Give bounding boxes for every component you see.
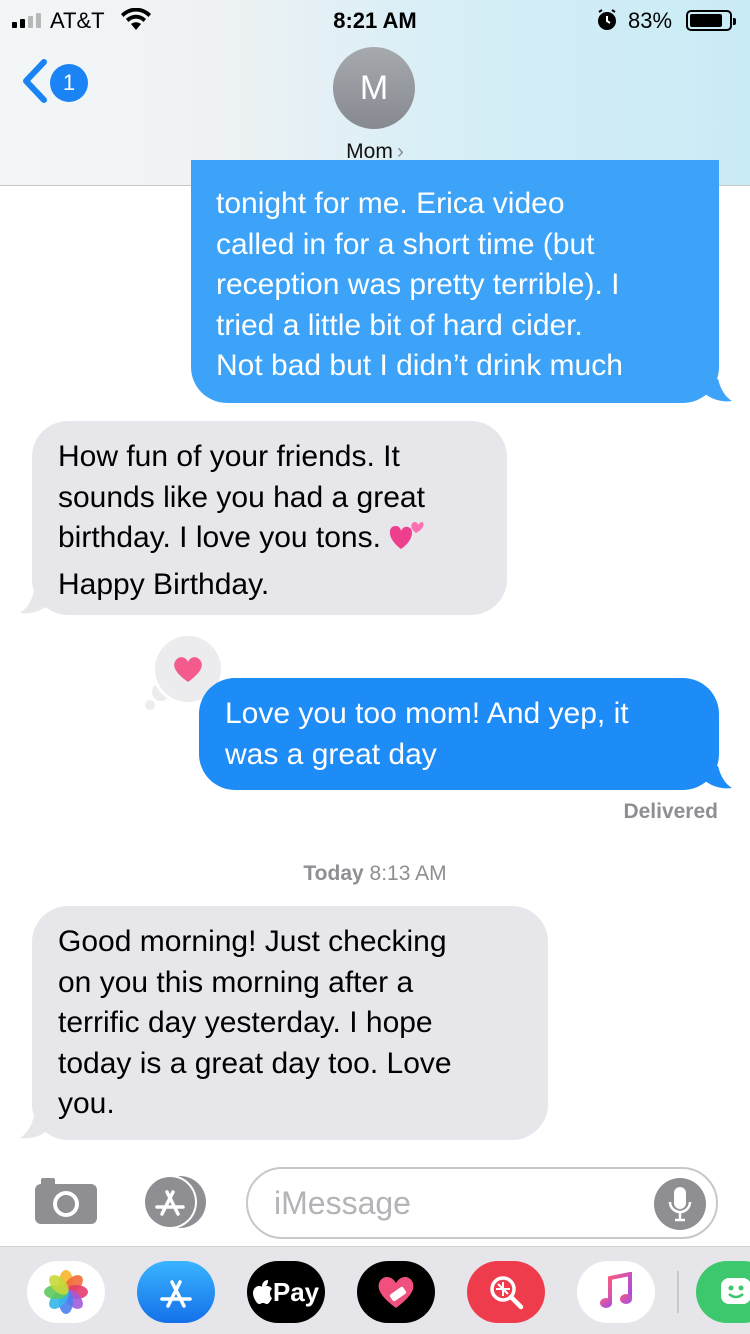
message-line: was a great day	[225, 737, 437, 771]
unread-badge[interactable]: 1	[50, 64, 88, 102]
message-line: How fun of your friends. It	[58, 440, 400, 473]
two-hearts-emoji	[387, 519, 425, 565]
battery-fill	[690, 14, 722, 27]
timestamp-day: Today	[303, 862, 364, 885]
apple-pay-label: Pay	[272, 1276, 320, 1307]
avatar[interactable]: M	[333, 47, 415, 129]
message-bubble-incoming[interactable]: Good morning! Just checking on you this …	[32, 906, 548, 1140]
chevron-left-icon	[23, 59, 47, 103]
message-line: on you this morning after a	[58, 965, 414, 999]
message-line: Not bad but I didn’t drink much	[216, 349, 623, 382]
bubble-tail	[20, 591, 48, 614]
heart-app-icon[interactable]	[357, 1261, 435, 1323]
message-line: Good morning! Just checking	[58, 925, 447, 958]
camera-icon	[35, 1178, 97, 1224]
camera-button[interactable]	[33, 1176, 99, 1226]
tapback-dot	[145, 700, 155, 710]
message-input[interactable]: iMessage	[246, 1167, 718, 1239]
photos-app-icon[interactable]	[27, 1261, 105, 1323]
timestamp-time: 8:13 AM	[363, 862, 447, 885]
message-line: you.	[58, 1087, 115, 1120]
bitmoji-icon[interactable]	[696, 1261, 750, 1323]
heart-icon	[174, 657, 202, 682]
microphone-icon	[668, 1187, 692, 1222]
apple-logo-icon	[252, 1280, 272, 1304]
message-line: called in for a short time (but	[216, 227, 595, 261]
timestamp: Today 8:13 AM	[0, 862, 750, 886]
message-line: Happy Birthday.	[58, 567, 270, 601]
bubble-tail	[20, 1116, 48, 1139]
message-text: birthday. I love you tons.	[58, 521, 381, 554]
app-store-icon	[143, 1175, 206, 1229]
microphone-button[interactable]	[654, 1178, 706, 1230]
message-line: reception was pretty terrible). I	[216, 268, 620, 301]
message-bubble-incoming[interactable]: How fun of your friends. It sounds like …	[32, 421, 507, 615]
delivery-status: Delivered	[623, 800, 718, 823]
message-bubble-outgoing[interactable]: Love you too mom! And yep, it was a grea…	[199, 678, 719, 790]
apps-button[interactable]	[140, 1174, 212, 1230]
message-line: tonight for me. Erica video	[216, 187, 565, 220]
battery-percentage: 83%	[628, 8, 673, 33]
alarm-icon	[596, 8, 618, 38]
image-search-icon[interactable]	[467, 1261, 545, 1323]
message-line: sounds like you had a great	[58, 480, 425, 514]
message-bubble-outgoing[interactable]: tonight for me. Erica video called in fo…	[191, 160, 719, 403]
app-store-app-icon[interactable]	[137, 1261, 215, 1323]
music-icon[interactable]	[577, 1261, 655, 1323]
app-drawer: Pay	[0, 1246, 750, 1334]
message-line-with-emoji: birthday. I love you tons.	[58, 518, 481, 565]
status-bar: AT&T 8:21 AM 83%	[0, 0, 750, 40]
apple-pay-icon[interactable]: Pay	[247, 1261, 325, 1323]
drawer-divider	[677, 1271, 679, 1313]
message-line: tried a little bit of hard cider.	[216, 308, 583, 342]
message-input-placeholder: iMessage	[274, 1185, 411, 1221]
bubble-tail	[704, 379, 732, 402]
message-line: terrific day yesterday. I hope	[58, 1006, 433, 1039]
message-line: Love you too mom! And yep, it	[225, 697, 629, 730]
message-line: today is a great day too. Love	[58, 1046, 452, 1080]
bubble-tail	[704, 766, 732, 789]
conversation-header: AT&T 8:21 AM 83% 1 M Mom ›	[0, 0, 750, 186]
battery-icon	[686, 10, 736, 31]
